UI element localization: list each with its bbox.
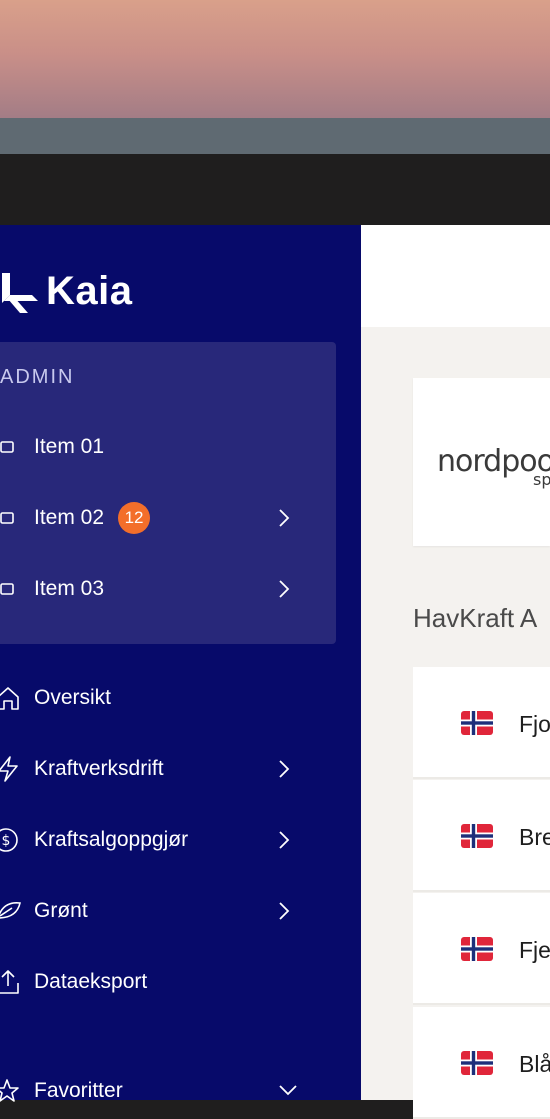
section-title: HavKraft A	[413, 603, 538, 633]
admin-item-03[interactable]: Item 03	[0, 561, 320, 617]
chevron-right-icon[interactable]	[278, 759, 290, 784]
item-icon	[0, 572, 34, 606]
chevron-right-icon[interactable]	[278, 901, 290, 926]
nav-item-label: Dataeksport	[34, 970, 148, 993]
norway-flag-icon	[461, 711, 493, 740]
brand-logo[interactable]: Kaia	[0, 263, 133, 319]
brand-name: Kaia	[46, 268, 133, 313]
admin-section: ADMIN Item 01 Item 02 12 Item 03	[0, 342, 336, 644]
admin-title: ADMIN	[0, 366, 75, 388]
nav-item-kraftsalgoppgjor[interactable]: $ Kraftsalgoppgjør	[0, 812, 320, 868]
home-icon	[0, 681, 34, 715]
nordpool-logo-sub: sp	[533, 470, 550, 489]
kaia-logo-icon	[0, 265, 40, 317]
nav-item-kraftverksdrift[interactable]: Kraftverksdrift	[0, 741, 320, 797]
nav-item-favoritter[interactable]: Favoritter	[0, 1063, 320, 1119]
plant-name: Bre	[519, 824, 550, 850]
nav-item-oversikt[interactable]: Oversikt	[0, 670, 320, 726]
nav-item-dataeksport[interactable]: Dataeksport	[0, 954, 320, 1010]
item-icon	[0, 501, 34, 535]
lightning-icon	[0, 752, 34, 786]
plant-card[interactable]: Fjo	[413, 667, 550, 779]
sponsor-card[interactable]: nordpoo sp	[413, 378, 550, 546]
main-header	[361, 225, 550, 327]
plant-name: Fje	[519, 937, 550, 963]
chevron-down-icon[interactable]	[278, 1083, 298, 1101]
plant-card[interactable]: Bre	[413, 780, 550, 892]
norway-flag-icon	[461, 824, 493, 853]
norway-flag-icon	[461, 1051, 493, 1080]
nav-item-label: Kraftsalgoppgjør	[34, 828, 189, 851]
item-icon	[0, 430, 34, 464]
nav-item-label: Favoritter	[34, 1079, 123, 1102]
star-icon	[0, 1074, 34, 1108]
admin-item-label: Item 01	[34, 435, 105, 458]
sidebar: Kaia ADMIN Item 01 Item 02 12 Item 03 Ov…	[0, 225, 361, 1102]
admin-item-02[interactable]: Item 02 12	[0, 490, 320, 546]
nav-item-gront[interactable]: Grønt	[0, 883, 320, 939]
background-photo	[0, 0, 550, 120]
admin-item-label: Item 02	[34, 506, 105, 529]
admin-item-01[interactable]: Item 01	[0, 419, 320, 475]
nav-item-label: Oversikt	[34, 686, 112, 709]
leaf-icon	[0, 894, 34, 928]
chevron-right-icon[interactable]	[278, 579, 290, 604]
chevron-right-icon[interactable]	[278, 508, 290, 533]
plant-name: Blå	[519, 1051, 550, 1077]
nav-item-label: Grønt	[34, 899, 88, 922]
top-bar	[0, 154, 550, 226]
nav-item-label: Kraftverksdrift	[34, 757, 164, 780]
norway-flag-icon	[461, 937, 493, 966]
notification-badge: 12	[118, 502, 151, 534]
plant-name: Fjo	[519, 711, 550, 737]
plant-card[interactable]: Blå	[413, 1007, 550, 1119]
plant-card[interactable]: Fje	[413, 893, 550, 1005]
chevron-right-icon[interactable]	[278, 830, 290, 855]
admin-item-label: Item 03	[34, 577, 105, 600]
svg-text:$: $	[2, 833, 11, 849]
upload-icon	[0, 965, 34, 999]
background-band	[0, 118, 550, 154]
dollar-icon: $	[0, 823, 34, 857]
main-content: nordpoo sp HavKraft A Fjo Bre Fje Blå	[361, 225, 550, 1119]
